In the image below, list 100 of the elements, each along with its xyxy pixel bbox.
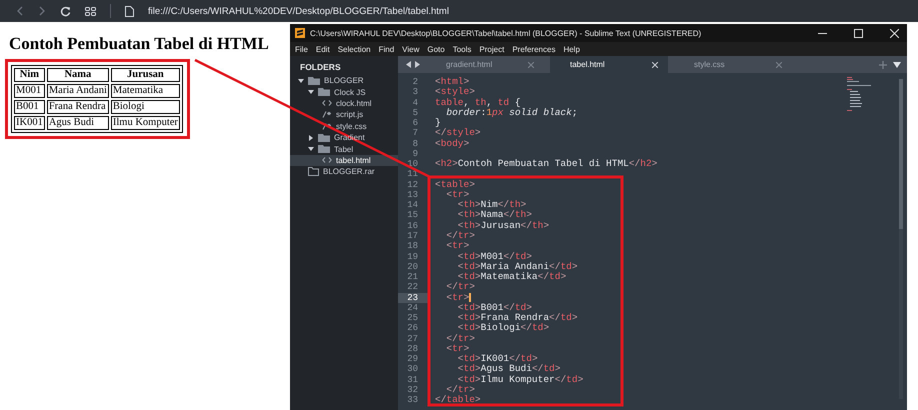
menu-item[interactable]: Edit bbox=[316, 44, 330, 54]
tab-nav-icon[interactable] bbox=[406, 61, 420, 68]
menu-item[interactable]: Goto bbox=[427, 44, 445, 54]
address-field[interactable]: file:///C:/Users/WIRAHUL%20DEV/Desktop/BLOGGER/Tabel/tabel.html bbox=[148, 6, 449, 16]
code-line: <td>Maria Andani</td> bbox=[456, 262, 578, 272]
editor-tab[interactable]: style.css bbox=[674, 56, 792, 73]
code-line: <html> bbox=[435, 77, 470, 87]
code-line: <th>Nim</th> bbox=[456, 200, 526, 210]
line-number: 17 bbox=[406, 230, 419, 242]
code-line: </tr> bbox=[445, 384, 475, 395]
reload-icon[interactable] bbox=[60, 6, 71, 16]
line-number: 16 bbox=[406, 220, 419, 231]
line-number: 22 bbox=[406, 282, 419, 293]
line-number: 10 bbox=[406, 159, 419, 170]
tree-label: style.css bbox=[336, 122, 367, 131]
tree-item[interactable]: style.css bbox=[290, 120, 398, 132]
page-heading: Contoh Pembuatan Tabel di HTML bbox=[9, 34, 270, 54]
menu-item[interactable]: Find bbox=[378, 44, 394, 54]
code-line: } bbox=[435, 118, 441, 128]
tree-label: tabel.html bbox=[336, 156, 371, 165]
line-number: 27 bbox=[406, 334, 419, 344]
line-number: 2 bbox=[412, 77, 419, 88]
scrollbar[interactable] bbox=[899, 79, 903, 399]
line-number: 31 bbox=[406, 374, 419, 385]
table-cell: IK001 bbox=[14, 116, 45, 130]
menu-item[interactable]: Help bbox=[563, 44, 580, 54]
close-icon[interactable] bbox=[652, 62, 658, 68]
code-line: <tr> bbox=[445, 344, 470, 354]
menu-item[interactable]: Tools bbox=[452, 44, 472, 54]
line-number: 6 bbox=[412, 118, 419, 128]
code-line: <body> bbox=[435, 138, 470, 149]
column-header: Nama bbox=[46, 68, 109, 82]
tree-item[interactable]: Clock JS bbox=[290, 86, 398, 98]
tree-label: script.js bbox=[336, 110, 364, 120]
tree-label: clock.html bbox=[336, 98, 372, 108]
grid-icon[interactable] bbox=[85, 6, 96, 16]
tree-item[interactable]: tabel.html bbox=[290, 154, 398, 166]
line-number: 14 bbox=[406, 200, 419, 210]
menu-item[interactable]: Preferences bbox=[512, 44, 556, 54]
code-line: <style> bbox=[435, 87, 475, 98]
code-line: table, th, td { bbox=[435, 98, 521, 108]
code-line: <table> bbox=[435, 180, 475, 190]
code-brackets-icon bbox=[322, 157, 332, 164]
maximize-icon[interactable] bbox=[854, 28, 863, 38]
code-line: <td>M001</td> bbox=[456, 252, 532, 262]
line-number: 8 bbox=[412, 138, 419, 149]
table-cell: Maria Andani bbox=[46, 84, 109, 98]
tree-label: Tabel bbox=[334, 144, 354, 154]
menu-item[interactable]: Project bbox=[479, 44, 504, 54]
folder-icon bbox=[318, 134, 330, 142]
page-icon bbox=[125, 6, 134, 16]
tree-item[interactable]: BLOGGER bbox=[290, 75, 398, 86]
line-number: 3 bbox=[412, 87, 419, 98]
line-number: 4 bbox=[412, 98, 419, 108]
table-cell: Ilmu Komputer bbox=[110, 116, 180, 130]
line-number: 32 bbox=[406, 384, 419, 396]
comment-icon bbox=[322, 122, 332, 130]
tree-item[interactable]: BLOGGER.rar bbox=[290, 166, 398, 178]
menu-item[interactable]: Selection bbox=[338, 44, 371, 54]
line-number: 9 bbox=[412, 148, 419, 160]
file-icon bbox=[308, 167, 319, 176]
line-number: 23 bbox=[398, 292, 430, 303]
comment-icon bbox=[322, 111, 332, 118]
line-number: 30 bbox=[406, 364, 419, 375]
menu-item[interactable]: View bbox=[402, 44, 420, 54]
tree-label: BLOGGER bbox=[324, 76, 364, 86]
folder-icon bbox=[308, 76, 320, 85]
line-number: 33 bbox=[406, 395, 419, 406]
column-header: Jurusan bbox=[110, 68, 180, 82]
line-number: 19 bbox=[406, 252, 419, 262]
dropdown-icon[interactable] bbox=[893, 62, 901, 68]
table-cell: Matematika bbox=[110, 84, 180, 98]
editor-tab[interactable]: gradient.html bbox=[426, 56, 544, 73]
code-line: <td>Matematika</td> bbox=[458, 272, 566, 282]
tree-label: Clock JS bbox=[334, 88, 366, 97]
line-number: 13 bbox=[406, 190, 419, 200]
line-number: 21 bbox=[406, 272, 419, 282]
code-line: <td>B001</td> bbox=[456, 302, 532, 313]
editor-tab[interactable]: tabel.html bbox=[550, 56, 668, 73]
code-line: border:1px solid black; bbox=[445, 108, 578, 118]
code-line: </style> bbox=[435, 128, 481, 139]
tree-label: BLOGGER.rar bbox=[323, 167, 375, 176]
tree-item[interactable]: script.js bbox=[290, 109, 398, 121]
menu-item[interactable]: File bbox=[295, 44, 308, 54]
app-icon bbox=[295, 28, 305, 38]
code-line: </tr> bbox=[445, 230, 475, 242]
line-number: 12 bbox=[406, 180, 419, 190]
tree-item[interactable]: Tabel bbox=[290, 143, 398, 155]
tree-item[interactable]: clock.html bbox=[290, 98, 398, 110]
code-line: <th>Nama</th> bbox=[456, 210, 532, 221]
column-header: Nim bbox=[14, 68, 45, 82]
line-number: 18 bbox=[406, 241, 419, 252]
code-line: <td>Agus Budi</td> bbox=[456, 364, 560, 375]
code-line: </table> bbox=[435, 395, 481, 406]
table-cell: M001 bbox=[14, 84, 45, 98]
window-title: C:\Users\WIRAHUL DEV\Desktop\BLOGGER\Tabel\tabel.html (BLOGGER) - Sublime Text (UNREGISTERED) bbox=[310, 28, 702, 38]
code-brackets-icon bbox=[322, 100, 332, 106]
line-number: 28 bbox=[406, 344, 419, 354]
table-cell: Biologi bbox=[110, 100, 180, 114]
line-number: 24 bbox=[406, 302, 419, 314]
